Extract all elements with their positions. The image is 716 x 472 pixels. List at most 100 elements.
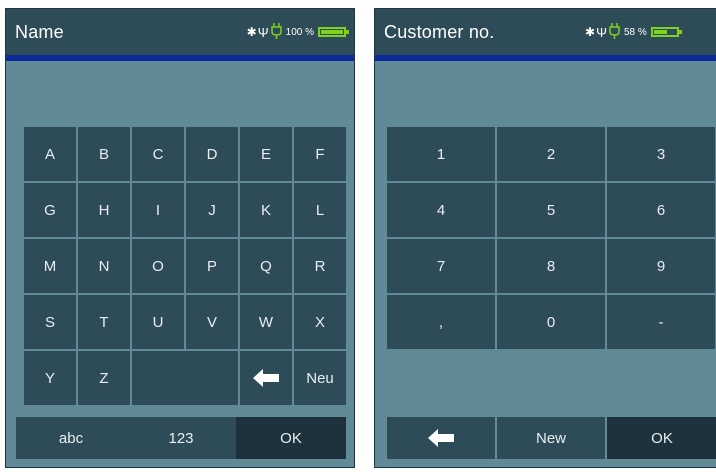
numeric-mode-button[interactable]: 123 [126,417,236,459]
battery-icon [650,27,682,37]
backspace-button[interactable] [387,417,495,459]
bluetooth-icon: ✱ [585,25,596,39]
battery-icon [318,27,349,37]
key-5[interactable]: 5 [497,183,605,237]
key-l[interactable]: L [294,183,346,237]
ok-button[interactable]: OK [607,417,716,459]
key-o-label: O [152,257,164,275]
key-6-label: 6 [656,201,666,219]
name-entry-screen: Name ✱ Ψ 100 % A B C D E F G H I J K L M N O P Q R S T U V W X Y… [5,8,355,468]
key-4-label: 4 [436,201,446,219]
abc-button-label: abc [58,429,84,447]
key-8-label: 8 [546,257,556,275]
key-j[interactable]: J [186,183,238,237]
key-x-label: X [314,313,325,331]
key-minus[interactable]: - [607,295,715,349]
key-s[interactable]: S [24,295,76,349]
ok-button-label: OK [280,429,302,447]
key-q-label: Q [260,257,272,275]
new-button[interactable]: New [497,417,605,459]
key-i-label: I [155,201,161,219]
key-m[interactable]: M [24,239,76,293]
key-r-label: R [314,257,326,275]
header-bar: Name ✱ Ψ 100 % [6,9,354,55]
key-0[interactable]: 0 [497,295,605,349]
neu-button[interactable]: Neu [294,351,346,405]
key-j-label: J [208,201,216,219]
key-z[interactable]: Z [78,351,130,405]
key-r[interactable]: R [294,239,346,293]
key-e-label: E [260,145,271,163]
key-p-label: P [206,257,217,275]
backspace-button[interactable] [240,351,292,405]
key-8[interactable]: 8 [497,239,605,293]
bluetooth-icon: ✱ [246,25,257,39]
screen-title: Customer no. [384,22,495,42]
key-k[interactable]: K [240,183,292,237]
key-o[interactable]: O [132,239,184,293]
backspace-arrow-icon [253,369,279,387]
key-6[interactable]: 6 [607,183,715,237]
ok-button[interactable]: OK [236,417,346,459]
battery-percent: 100 % [285,26,314,38]
key-l-label: L [315,201,325,219]
key-7-label: 7 [436,257,446,275]
key-3[interactable]: 3 [607,127,715,181]
key-c[interactable]: C [132,127,184,181]
usb-icon: Ψ [596,24,607,40]
key-1[interactable]: 1 [387,127,495,181]
blank-key[interactable] [132,351,238,405]
key-0-label: 0 [546,313,556,331]
key-d[interactable]: D [186,127,238,181]
key-f-label: F [315,145,325,163]
key-a[interactable]: A [24,127,76,181]
key-d-label: D [206,145,218,163]
key-w[interactable]: W [240,295,292,349]
key-v[interactable]: V [186,295,238,349]
key-b[interactable]: B [78,127,130,181]
key-comma[interactable]: , [387,295,495,349]
key-h-label: H [98,201,110,219]
key-f[interactable]: F [294,127,346,181]
key-n[interactable]: N [78,239,130,293]
key-z-label: Z [99,369,109,387]
abc-button[interactable]: abc [16,417,126,459]
key-4[interactable]: 4 [387,183,495,237]
key-7[interactable]: 7 [387,239,495,293]
screen-title: Name [15,22,64,42]
header-bar: Customer no. ✱ Ψ 58 % [375,9,716,55]
key-w-label: W [258,313,274,331]
key-t-label: T [99,313,109,331]
key-s-label: S [44,313,55,331]
key-5-label: 5 [546,201,556,219]
key-y[interactable]: Y [24,351,76,405]
key-c-label: C [152,145,164,163]
key-1-label: 1 [436,145,446,163]
key-p[interactable]: P [186,239,238,293]
numeric-mode-button-label: 123 [168,429,194,447]
key-t[interactable]: T [78,295,130,349]
key-n-label: N [98,257,110,275]
key-x[interactable]: X [294,295,346,349]
key-b-label: B [98,145,109,163]
customer-number-screen: Customer no. ✱ Ψ 58 % 1 2 3 4 5 6 7 8 9, 0 - New OK [374,8,716,468]
status-bar: ✱ Ψ 58 % [585,22,682,42]
key-3-label: 3 [656,145,666,163]
accent-bar [375,55,716,61]
key-q[interactable]: Q [240,239,292,293]
key-y-label: Y [44,369,55,387]
key-u[interactable]: U [132,295,184,349]
new-button-label: New [535,429,566,447]
key-h[interactable]: H [78,183,130,237]
key-e[interactable]: E [240,127,292,181]
key-comma-label: , [438,313,444,331]
plug-icon [609,22,620,42]
key-9[interactable]: 9 [607,239,715,293]
accent-bar [6,55,354,61]
key-i[interactable]: I [132,183,184,237]
key-2[interactable]: 2 [497,127,605,181]
key-g[interactable]: G [24,183,76,237]
key-u-label: U [152,313,164,331]
status-bar: ✱ Ψ 100 % [246,22,349,40]
key-9-label: 9 [656,257,666,275]
